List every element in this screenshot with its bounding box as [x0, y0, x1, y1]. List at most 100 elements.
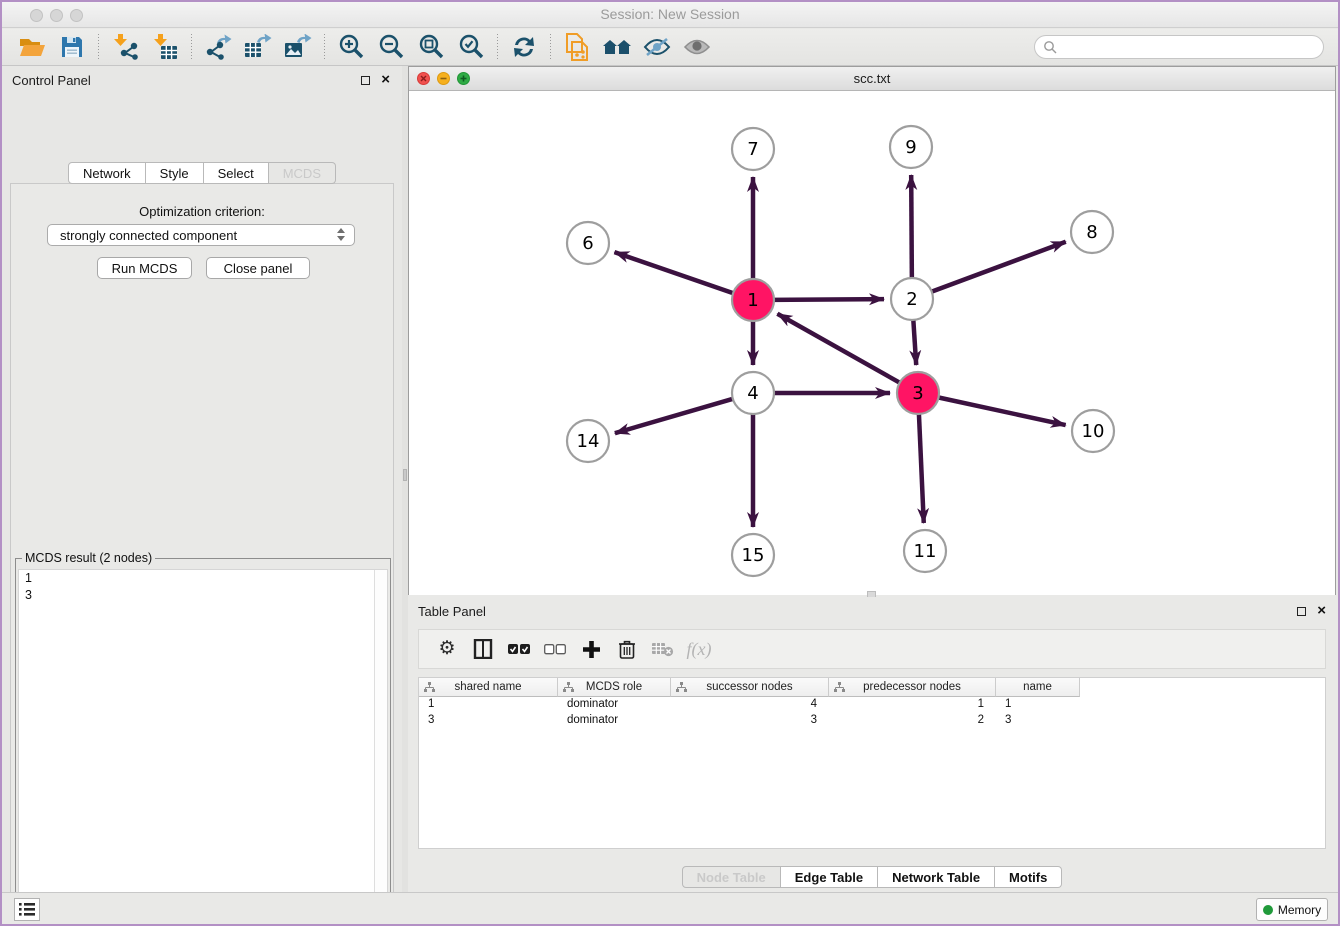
export-network-icon[interactable]	[198, 32, 238, 62]
tab-select[interactable]: Select	[204, 162, 269, 184]
eye-icon[interactable]	[677, 32, 717, 62]
table-cell[interactable]: 2	[829, 712, 996, 728]
run-mcds-button[interactable]: Run MCDS	[97, 257, 192, 279]
tab-network[interactable]: Network	[68, 162, 146, 184]
graph-edge-2-8[interactable]	[931, 242, 1066, 292]
table-cell[interactable]: 1	[419, 696, 558, 712]
zoom-fit-icon[interactable]	[411, 32, 451, 62]
column-header-name[interactable]: name	[996, 678, 1080, 697]
zoom-out-icon[interactable]	[371, 32, 411, 62]
graph-edge-3-1[interactable]	[777, 314, 900, 383]
mcds-result-line: 3	[19, 587, 387, 604]
function-icon: f(x)	[681, 634, 717, 664]
search-input[interactable]	[1057, 38, 1323, 56]
float-table-panel-icon[interactable]	[1297, 607, 1306, 616]
graph-node-4[interactable]: 4	[732, 372, 774, 414]
eye-slash-icon[interactable]	[637, 32, 677, 62]
mcds-result-line: 1	[19, 570, 387, 587]
graph-node-3[interactable]: 3	[897, 372, 939, 414]
graph-node-8[interactable]: 8	[1071, 211, 1113, 253]
zoom-in-icon[interactable]	[331, 32, 371, 62]
open-folder-icon[interactable]	[12, 32, 52, 62]
zoom-selected-icon[interactable]	[451, 32, 491, 62]
column-header-shared-name[interactable]: shared name	[419, 678, 558, 697]
graph-edge-2-9[interactable]	[911, 175, 912, 279]
checked-boxes-icon[interactable]	[501, 634, 537, 664]
trash-icon[interactable]	[609, 634, 645, 664]
graph-edge-2-3[interactable]	[913, 319, 916, 365]
graph-node-6[interactable]: 6	[567, 222, 609, 264]
tab-network-table[interactable]: Network Table	[878, 866, 995, 888]
graph-node-1[interactable]: 1	[732, 279, 774, 321]
table-cell[interactable]: 3	[671, 712, 829, 728]
tab-style[interactable]: Style	[146, 162, 204, 184]
table-row[interactable]: 3dominator323	[419, 712, 1325, 728]
graph-node-15[interactable]: 15	[732, 534, 774, 576]
table-cell[interactable]: 4	[671, 696, 829, 712]
table-cell[interactable]: dominator	[558, 712, 671, 728]
memory-button[interactable]: Memory	[1256, 898, 1328, 921]
toolbar-separator	[324, 34, 325, 60]
float-panel-icon[interactable]	[361, 76, 370, 85]
table-cell[interactable]: 3	[419, 712, 558, 728]
search-box[interactable]	[1034, 35, 1324, 59]
network-snapshot-icon[interactable]	[557, 32, 597, 62]
graph-edge-3-10[interactable]	[938, 397, 1066, 425]
tab-node-table[interactable]: Node Table	[682, 866, 781, 888]
graph-edge-1-6[interactable]	[614, 252, 734, 293]
network-window: scc.txt 7 9 6 8 1 2 4 3 14 10 15 11	[408, 66, 1336, 595]
splitter-grip[interactable]	[403, 469, 407, 481]
network-graph-canvas[interactable]: 7 9 6 8 1 2 4 3 14 10 15 11	[409, 91, 1335, 595]
network-window-titlebar: scc.txt	[409, 67, 1335, 91]
tab-edge-table[interactable]: Edge Table	[781, 866, 878, 888]
graph-node-11[interactable]: 11	[904, 530, 946, 572]
columns-icon[interactable]	[465, 634, 501, 664]
graph-node-14[interactable]: 14	[567, 420, 609, 462]
graph-node-7[interactable]: 7	[732, 128, 774, 170]
task-history-button[interactable]	[14, 898, 40, 921]
optimization-criterion-dropdown[interactable]: strongly connected component	[47, 224, 355, 246]
export-image-icon[interactable]	[278, 32, 318, 62]
svg-text:7: 7	[747, 139, 758, 160]
graph-edge-1-2[interactable]	[773, 299, 884, 300]
close-panel-icon[interactable]: ×	[381, 72, 390, 88]
graph-node-9[interactable]: 9	[890, 126, 932, 168]
list-icon	[19, 903, 35, 916]
graph-edge-4-14[interactable]	[615, 399, 734, 434]
close-table-panel-icon[interactable]: ×	[1317, 603, 1326, 619]
import-network-icon[interactable]	[105, 32, 145, 62]
unchecked-boxes-icon[interactable]	[537, 634, 573, 664]
table-row[interactable]: 1dominator411	[419, 696, 1325, 712]
export-table-icon[interactable]	[238, 32, 278, 62]
save-icon[interactable]	[52, 32, 92, 62]
homes-icon[interactable]	[597, 32, 637, 62]
graph-edge-3-11[interactable]	[919, 413, 924, 523]
table-toolbar: ⚙ f(x)	[418, 629, 1326, 669]
table-cell[interactable]: dominator	[558, 696, 671, 712]
result-scrollbar[interactable]	[374, 570, 387, 926]
column-header-MCDS-role[interactable]: MCDS role	[558, 678, 671, 697]
graph-node-10[interactable]: 10	[1072, 410, 1114, 452]
import-table-icon[interactable]	[145, 32, 185, 62]
svg-text:14: 14	[577, 431, 600, 452]
search-icon	[1043, 40, 1057, 54]
table-header-row: shared nameMCDS rolesuccessor nodesprede…	[419, 677, 1325, 696]
graph-node-2[interactable]: 2	[891, 278, 933, 320]
table-cell[interactable]: 1	[829, 696, 996, 712]
gear-icon[interactable]: ⚙	[429, 634, 465, 664]
node-table[interactable]: shared nameMCDS rolesuccessor nodesprede…	[418, 677, 1326, 849]
title-bar: Session: New Session	[2, 2, 1338, 28]
table-cell[interactable]: 3	[996, 712, 1080, 728]
close-panel-button[interactable]: Close panel	[206, 257, 310, 279]
tab-motifs[interactable]: Motifs	[995, 866, 1062, 888]
tab-mcds[interactable]: MCDS	[269, 162, 336, 184]
refresh-icon[interactable]	[504, 32, 544, 62]
delete-table-icon	[645, 634, 681, 664]
add-row-icon[interactable]	[573, 634, 609, 664]
column-header-predecessor-nodes[interactable]: predecessor nodes	[829, 678, 996, 697]
network-title: scc.txt	[409, 71, 1335, 86]
svg-text:1: 1	[747, 290, 758, 311]
svg-text:15: 15	[742, 545, 765, 566]
column-header-successor-nodes[interactable]: successor nodes	[671, 678, 829, 697]
table-cell[interactable]: 1	[996, 696, 1080, 712]
